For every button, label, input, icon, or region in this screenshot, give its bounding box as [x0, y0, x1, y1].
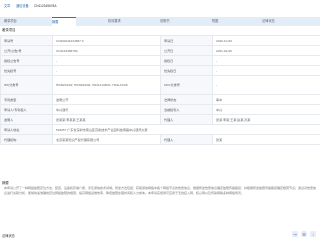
grant-number: - — [52, 55, 161, 66]
tab-legal-status[interactable]: 法律状态 — [262, 17, 286, 26]
tab-claims[interactable]: 权利要求 — [108, 17, 132, 26]
ipc-classification: H04W24/02; H04W24/04; H04L41/0631; H04L4… — [52, 75, 161, 95]
priority-date: - — [212, 65, 320, 76]
doc-icon[interactable]: ☰ — [301, 231, 307, 237]
breadcrumb-item[interactable]: 文章 — [4, 4, 10, 8]
field-label: 代理人 — [160, 114, 213, 125]
field-label: 申请人/专利权人 — [0, 104, 53, 115]
field-label: 专利类型 — [0, 94, 53, 105]
field-label: 代理人 — [160, 134, 213, 145]
applicant-link[interactable]: 中兴通讯 — [52, 104, 161, 115]
share-icon[interactable]: ↪ — [292, 231, 298, 237]
breadcrumb-bar: 文章 通信设备 CN112345678A — [0, 0, 320, 13]
table-row: IPC分类号 H04W24/02; H04W24/04; H04L41/0631… — [0, 75, 320, 95]
field-label: 申请人地址 — [0, 124, 53, 135]
cpc-classification: - — [212, 75, 320, 95]
table-row: 申请人/专利权人 中兴通讯 当前权利人 中兴 — [0, 104, 320, 115]
field-label: 当前权利人 — [160, 104, 213, 115]
current-owner-link[interactable]: 中兴 — [212, 104, 320, 115]
section-title: 著录项目 — [2, 28, 16, 32]
tab-bar: 著录项目 摘要 权利要求 说明书 附图 法律状态 — [0, 17, 320, 27]
table-row: 授权公告号 - 授权日 - — [0, 55, 320, 66]
table-row: 发明人 张某某;李某某;王某某 代理人 张某;李某;王某;赵某;孙某 — [0, 114, 320, 125]
footer-toolbar: ↪ ☰ ↓ — [292, 230, 316, 238]
table-row: 公开(公告)号 CN112345678A 公开日 2021-02-05 — [0, 45, 320, 56]
field-label: 公开(公告)号 — [0, 45, 53, 56]
field-label: 优先权日 — [160, 65, 213, 76]
table-row: 申请号 CN202011234567.0 申请日 2020-10-09 — [0, 35, 320, 46]
breadcrumb-item[interactable]: 通信设备 — [16, 4, 29, 8]
footer-section-title: 法律状态 — [2, 234, 15, 238]
tab-bibliographic[interactable]: 著录项目 — [4, 17, 26, 26]
application-date: 2020-10-09 — [212, 35, 320, 46]
tab-drawings[interactable]: 附图 — [212, 17, 234, 26]
publication-date: 2021-02-05 — [212, 45, 320, 56]
agency-link[interactable]: 北京某某知识产权代理有限公司 — [52, 134, 161, 145]
inventor-link[interactable]: 张某某;李某某;王某某 — [52, 114, 161, 125]
field-label: 授权日 — [160, 55, 213, 66]
field-label: 申请号 — [0, 35, 53, 46]
field-label: 发明人 — [0, 114, 53, 125]
field-label: 授权公告号 — [0, 55, 53, 66]
abstract-title: 摘要 — [2, 181, 9, 185]
table-row: 专利类型 发明公开 法律状态 审中 — [0, 94, 320, 105]
agent-list: 张某;李某;王某;赵某;孙某 — [212, 114, 320, 125]
field-label: 优先权号 — [0, 65, 53, 76]
abstract-text: 本申请公开了一种网络故障定位方法、装置、设备和存储介质，涉及通信技术领域。所述方… — [4, 186, 317, 195]
table-row: 优先权号 - 优先权日 - — [0, 65, 320, 76]
application-number: CN202011234567.0 — [52, 35, 161, 46]
applicant-address: 518057 广东省深圳市南山区高新技术产业园科技南路中兴通讯大厦 — [52, 124, 320, 135]
legal-status: 审中 — [212, 94, 320, 105]
field-label: 公开日 — [160, 45, 213, 56]
field-label: 代理机构 — [0, 134, 53, 145]
field-label: IPC分类号 — [0, 75, 53, 95]
tab-abstract[interactable]: 摘要 — [52, 17, 76, 27]
table-row: 代理机构 北京某某知识产权代理有限公司 代理人 张某 — [0, 134, 320, 145]
field-label: 法律状态 — [160, 94, 213, 105]
bibliographic-table: 申请号 CN202011234567.0 申请日 2020-10-09 公开(公… — [0, 35, 320, 145]
field-label: CPC分类号 — [160, 75, 213, 95]
breadcrumb-current: CN112345678A — [34, 4, 57, 8]
grant-date: - — [212, 55, 320, 66]
table-row: 申请人地址 518057 广东省深圳市南山区高新技术产业园科技南路中兴通讯大厦 — [0, 124, 320, 135]
field-label: 申请日 — [160, 35, 213, 46]
patent-type: 发明公开 — [52, 94, 161, 105]
priority-number: - — [52, 65, 161, 76]
publication-number: CN112345678A — [52, 45, 161, 56]
agent-name: 张某 — [212, 134, 320, 145]
save-icon[interactable]: ↓ — [310, 231, 316, 237]
tab-description[interactable]: 说明书 — [160, 17, 184, 26]
